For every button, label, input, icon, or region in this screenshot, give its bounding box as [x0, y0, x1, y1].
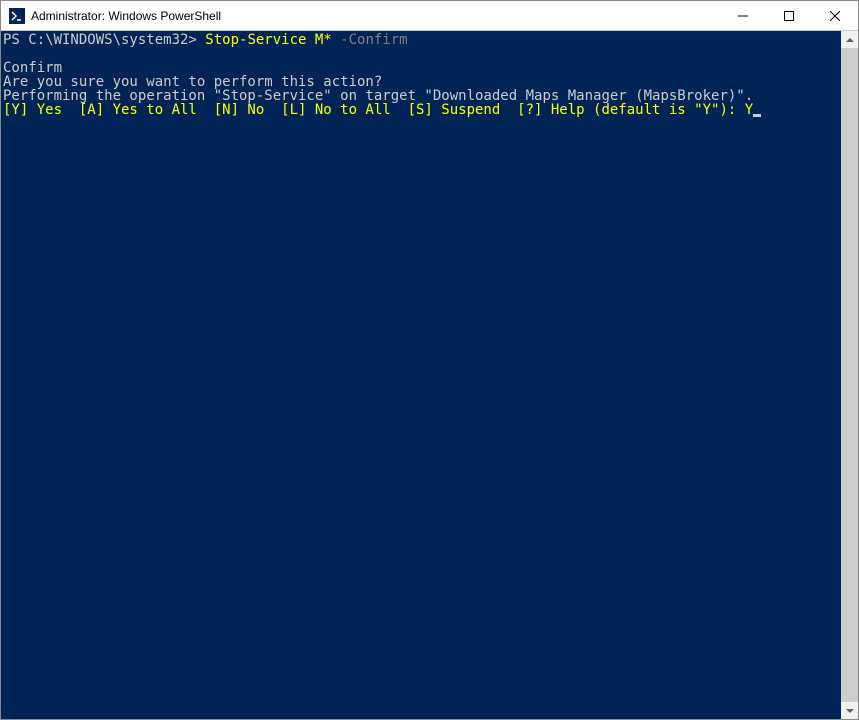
window-title: Administrator: Windows PowerShell	[31, 9, 720, 23]
powershell-icon	[9, 8, 25, 24]
command-text: Stop-Service M*	[205, 32, 331, 48]
input-response: Y	[745, 102, 753, 118]
terminal[interactable]: PS C:\WINDOWS\system32> Stop-Service M* …	[1, 31, 841, 719]
maximize-button[interactable]	[766, 1, 812, 30]
command-param: -Confirm	[332, 32, 408, 48]
terminal-container: PS C:\WINDOWS\system32> Stop-Service M* …	[1, 31, 858, 719]
confirm-options: [Y] Yes [A] Yes to All [N] No [L] No to …	[3, 102, 745, 118]
powershell-window: Administrator: Windows PowerShell PS C:\…	[0, 0, 859, 720]
window-controls	[720, 1, 858, 30]
minimize-button[interactable]	[720, 1, 766, 30]
scroll-thumb[interactable]	[841, 48, 858, 702]
cursor	[753, 114, 761, 117]
vertical-scrollbar[interactable]	[841, 31, 858, 719]
scroll-up-button[interactable]	[841, 31, 858, 48]
titlebar[interactable]: Administrator: Windows PowerShell	[1, 1, 858, 31]
scroll-down-button[interactable]	[841, 702, 858, 719]
prompt: PS C:\WINDOWS\system32>	[3, 32, 205, 48]
close-button[interactable]	[812, 1, 858, 30]
